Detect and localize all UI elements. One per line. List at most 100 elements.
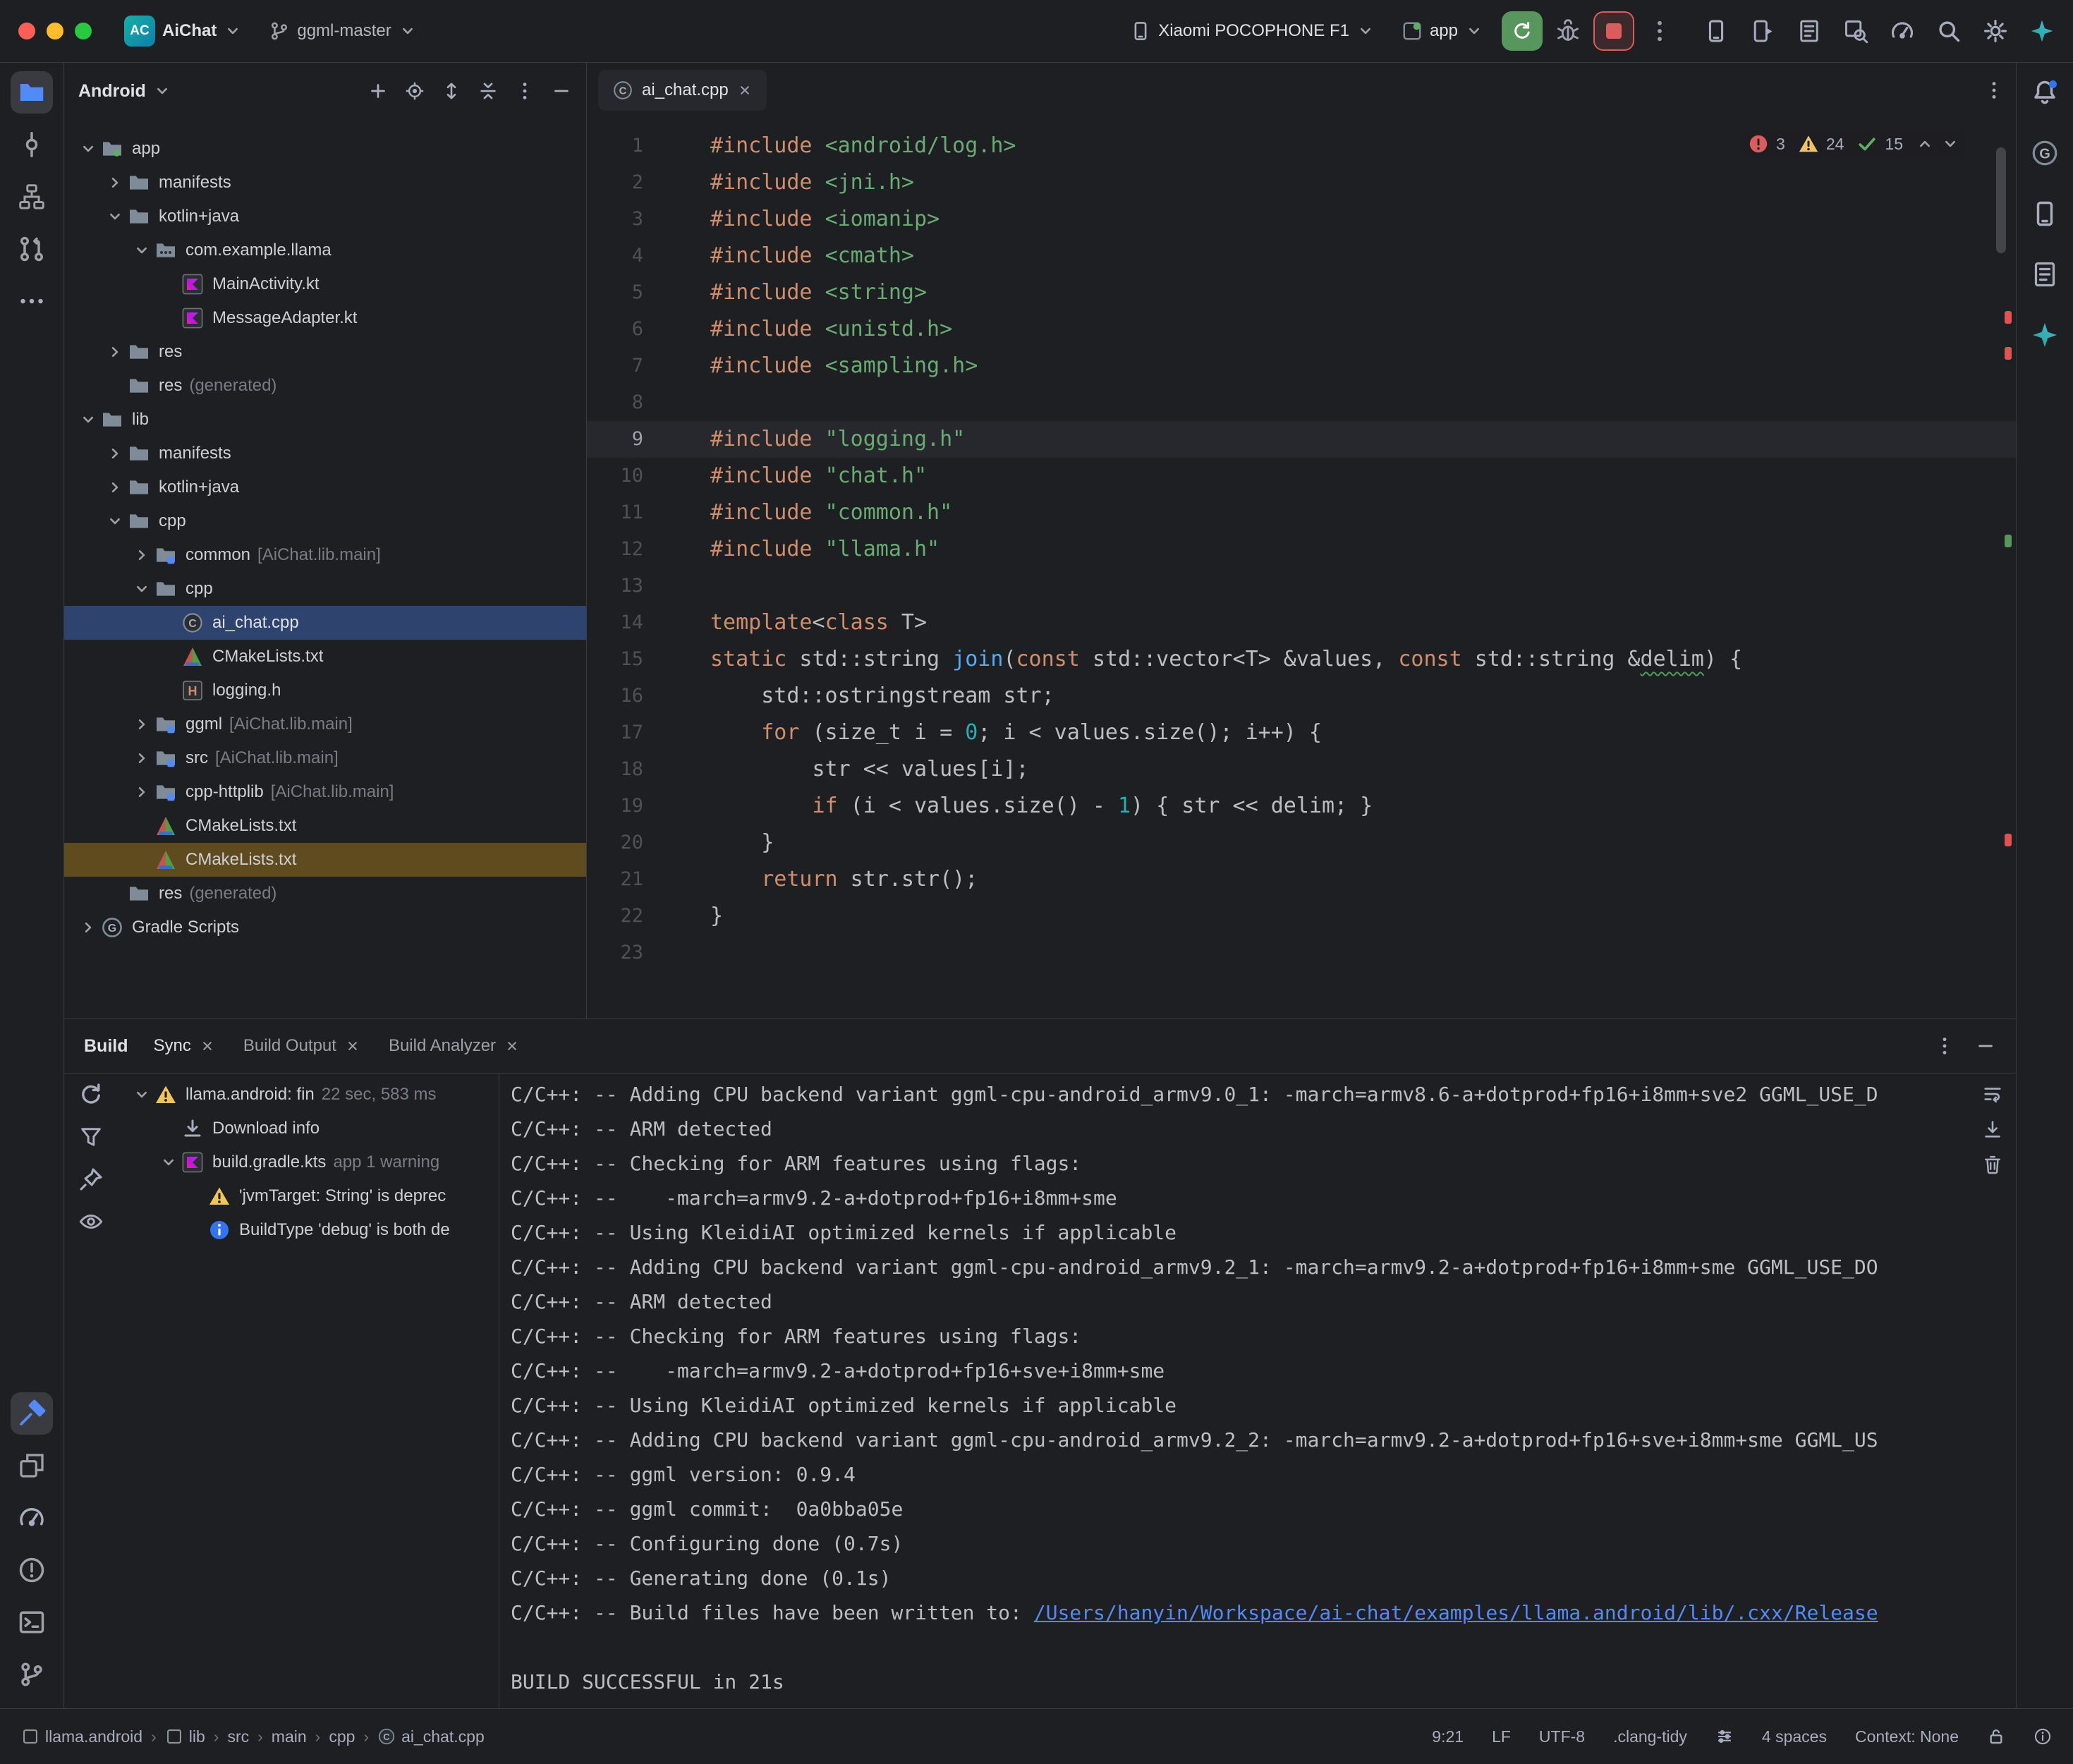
project-tree-item-cpp[interactable]: cpp: [64, 572, 586, 606]
breadcrumb-llama-android[interactable]: llama.android: [21, 1727, 142, 1746]
breadcrumb-main[interactable]: main: [272, 1727, 307, 1746]
chevron-right-icon[interactable]: [129, 783, 154, 801]
project-tree-item-cmakelists-txt[interactable]: CMakeLists.txt: [64, 640, 586, 674]
version-control-tool-window-button[interactable]: [11, 1653, 53, 1696]
pull-requests-tool-window-button[interactable]: [11, 228, 53, 270]
indent-status[interactable]: 4 spaces: [1762, 1727, 1827, 1746]
build-options-icon[interactable]: [1934, 1035, 1955, 1057]
line-number[interactable]: 1: [587, 128, 664, 164]
build-tree-item-build-gradle-kts[interactable]: build.gradle.ktsapp 1 warning: [118, 1145, 499, 1179]
previous-problem-icon[interactable]: [1916, 135, 1934, 153]
project-tree-item-ai-chat-cpp[interactable]: Cai_chat.cpp: [64, 606, 586, 640]
options-icon[interactable]: [514, 80, 535, 102]
minimize-window-button[interactable]: [47, 23, 63, 39]
breadcrumb-lib[interactable]: lib: [165, 1727, 205, 1746]
close-tab-icon[interactable]: [737, 83, 753, 98]
clear-all-icon[interactable]: [1982, 1154, 2003, 1175]
project-tree-item-src[interactable]: src[AiChat.lib.main]: [64, 741, 586, 775]
chevron-down-icon[interactable]: [75, 140, 101, 158]
code-style-widget[interactable]: [1715, 1727, 1734, 1746]
profiler-button[interactable]: [1890, 18, 1915, 44]
device-selector[interactable]: Xiaomi POCOPHONE F1: [1121, 15, 1383, 47]
more-actions-icon[interactable]: [1647, 18, 1672, 44]
close-tab-icon[interactable]: [200, 1038, 215, 1054]
line-number[interactable]: 23: [587, 935, 664, 971]
line-number[interactable]: 9: [587, 421, 664, 458]
error-stripe-mark[interactable]: [2005, 535, 2012, 547]
project-tree-item-com-example-llama[interactable]: com.example.llama: [64, 233, 586, 267]
project-view-title[interactable]: Android: [78, 81, 146, 102]
structure-tool-window-button[interactable]: [11, 176, 53, 218]
project-tree-item-mainactivity-kt[interactable]: MainActivity.kt: [64, 267, 586, 301]
build-tree-item-llama-android-fin[interactable]: llama.android: fin22 sec, 583 ms: [118, 1078, 499, 1112]
line-number[interactable]: 14: [587, 604, 664, 641]
select-opened-file-icon[interactable]: [404, 80, 425, 102]
tab-ai-chat-cpp[interactable]: C ai_chat.cpp: [598, 70, 767, 111]
next-problem-icon[interactable]: [1941, 135, 1959, 153]
project-tree-item-app[interactable]: app: [64, 132, 586, 166]
editor-options-icon[interactable]: [1983, 80, 2005, 101]
line-number[interactable]: 13: [587, 568, 664, 604]
vcs-branch-selector[interactable]: ggml-master: [260, 15, 425, 47]
project-tree-item-kotlin-java[interactable]: kotlin+java: [64, 470, 586, 504]
analyzer-status[interactable]: .clang-tidy: [1613, 1727, 1687, 1746]
terminal-tool-window-button[interactable]: [11, 1601, 53, 1643]
line-number[interactable]: 15: [587, 641, 664, 678]
line-number[interactable]: 20: [587, 825, 664, 861]
project-tree-item-ggml[interactable]: ggml[AiChat.lib.main]: [64, 707, 586, 741]
line-number[interactable]: 17: [587, 714, 664, 751]
rerun-sync-icon[interactable]: [78, 1082, 104, 1107]
chevron-down-icon[interactable]: [129, 580, 154, 598]
line-number[interactable]: 11: [587, 494, 664, 531]
project-tree-item-gradle-scripts[interactable]: GGradle Scripts: [64, 911, 586, 944]
line-number[interactable]: 12: [587, 531, 664, 568]
close-tab-icon[interactable]: [504, 1038, 520, 1054]
line-number[interactable]: 6: [587, 311, 664, 348]
project-tree-item-logging-h[interactable]: Hlogging.h: [64, 674, 586, 707]
device-manager-button[interactable]: [1703, 18, 1729, 44]
project-tree-item-cpp[interactable]: cpp: [64, 504, 586, 538]
error-stripe-mark[interactable]: [2005, 834, 2012, 846]
tab-sync[interactable]: Sync: [154, 1036, 215, 1056]
chevron-down-icon[interactable]: [129, 241, 154, 260]
breadcrumb-cpp[interactable]: cpp: [329, 1727, 355, 1746]
device-explorer-button[interactable]: [2024, 193, 2066, 235]
error-stripe-mark[interactable]: [2005, 311, 2012, 324]
scroll-to-end-icon[interactable]: [1982, 1119, 2003, 1140]
project-tree-item-res[interactable]: res(generated): [64, 877, 586, 911]
problems-tool-window-button[interactable]: [11, 1549, 53, 1591]
line-number[interactable]: 16: [587, 678, 664, 714]
build-tool-window-button[interactable]: [11, 1392, 53, 1435]
line-number[interactable]: 7: [587, 348, 664, 384]
chevron-right-icon[interactable]: [102, 478, 128, 497]
project-tree-item-common[interactable]: common[AiChat.lib.main]: [64, 538, 586, 572]
line-number[interactable]: 8: [587, 384, 664, 421]
expand-all-icon[interactable]: [441, 80, 462, 102]
chevron-right-icon[interactable]: [129, 749, 154, 767]
running-devices-button[interactable]: [1750, 18, 1775, 44]
search-everywhere-button[interactable]: [1936, 18, 1962, 44]
project-tree-item-manifests[interactable]: manifests: [64, 166, 586, 200]
device-file-explorer-button[interactable]: [2024, 253, 2066, 296]
collapse-all-icon[interactable]: [478, 80, 499, 102]
commit-tool-window-button[interactable]: [11, 123, 53, 166]
build-tree-item-buildtype-debug-is-both-de[interactable]: BuildType 'debug' is both de: [118, 1213, 499, 1247]
zoom-window-button[interactable]: [75, 23, 92, 39]
inspections-widget[interactable]: 3 24 15: [1741, 130, 1966, 157]
project-tree-item-res[interactable]: res: [64, 335, 586, 369]
hide-build-panel-icon[interactable]: [1975, 1035, 1996, 1057]
chevron-right-icon[interactable]: [75, 918, 101, 937]
project-tree-item-res[interactable]: res(generated): [64, 369, 586, 403]
view-options-icon[interactable]: [78, 1209, 104, 1234]
error-stripe-mark[interactable]: [2005, 347, 2012, 360]
context-status[interactable]: Context: None: [1855, 1727, 1959, 1746]
logcat-button[interactable]: [1797, 18, 1822, 44]
project-tree-item-cmakelists-txt[interactable]: CMakeLists.txt: [64, 843, 586, 877]
editor-scrollbar[interactable]: [1996, 147, 2006, 253]
pin-icon[interactable]: [78, 1167, 104, 1192]
breadcrumb-ai-chat-cpp[interactable]: Cai_chat.cpp: [377, 1727, 485, 1746]
project-tool-window-button[interactable]: [11, 71, 53, 114]
project-tree-item-kotlin-java[interactable]: kotlin+java: [64, 200, 586, 233]
rerun-button[interactable]: [1502, 11, 1543, 51]
tab-build-analyzer[interactable]: Build Analyzer: [389, 1036, 520, 1056]
